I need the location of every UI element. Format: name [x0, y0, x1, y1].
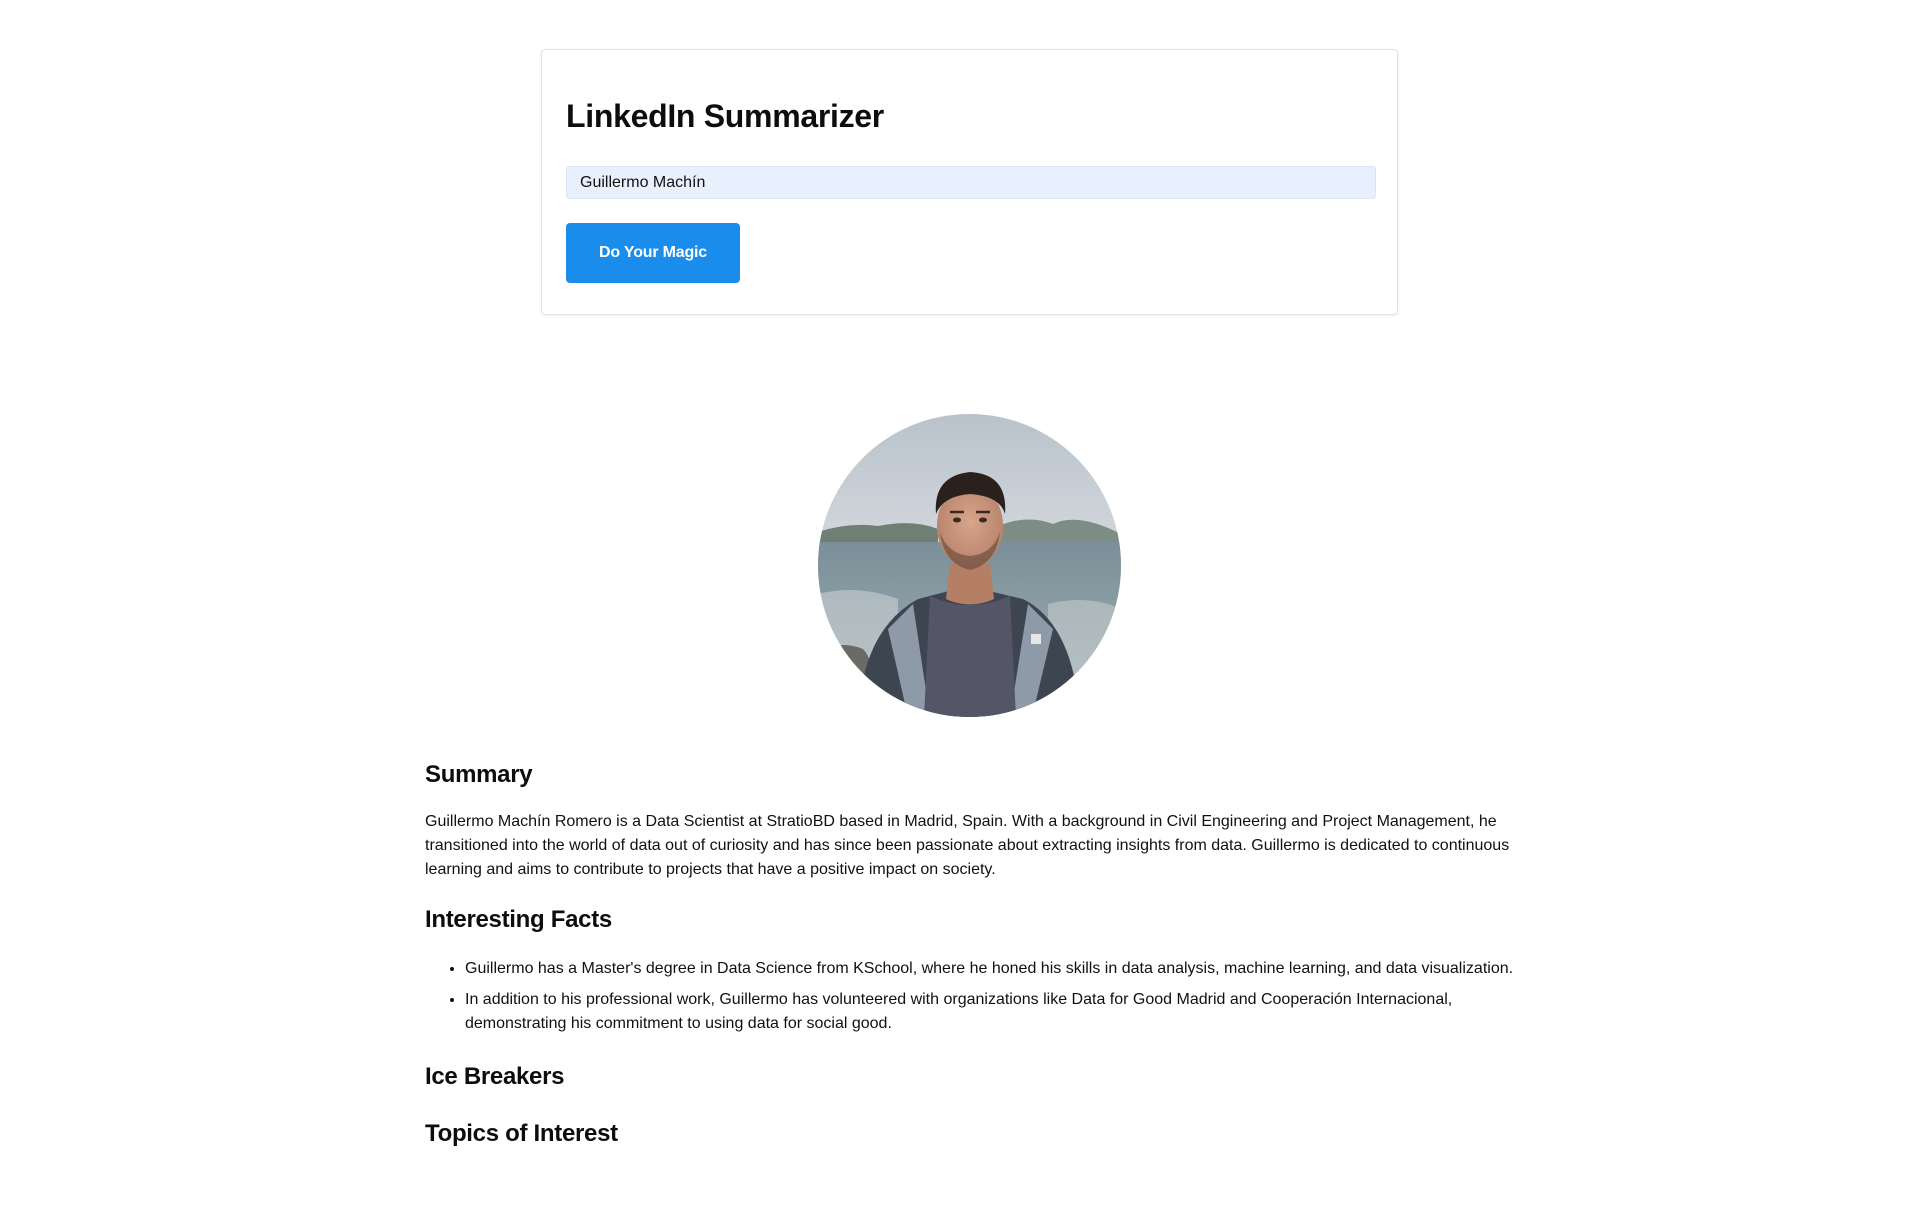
results-section: Summary Guillermo Machín Romero is a Dat…: [425, 760, 1545, 1149]
ice-breakers-heading: Ice Breakers: [425, 1063, 565, 1090]
summary-heading: Summary: [425, 761, 533, 788]
profile-photo: [818, 414, 1121, 717]
do-your-magic-button[interactable]: Do Your Magic: [566, 223, 740, 283]
name-input[interactable]: [566, 166, 1376, 199]
list-item: Guillermo has a Master's degree in Data …: [465, 957, 1545, 981]
page-title: LinkedIn Summarizer: [566, 98, 884, 134]
page: LinkedIn Summarizer Do Your Magic: [0, 0, 1920, 1225]
search-card: LinkedIn Summarizer Do Your Magic: [541, 49, 1398, 315]
facts-list: Guillermo has a Master's degree in Data …: [425, 957, 1545, 1036]
list-item: In addition to his professional work, Gu…: [465, 988, 1545, 1036]
topics-of-interest-heading: Topics of Interest: [425, 1120, 618, 1147]
interesting-facts-heading: Interesting Facts: [425, 906, 612, 933]
summary-text: Guillermo Machín Romero is a Data Scient…: [425, 813, 1510, 878]
